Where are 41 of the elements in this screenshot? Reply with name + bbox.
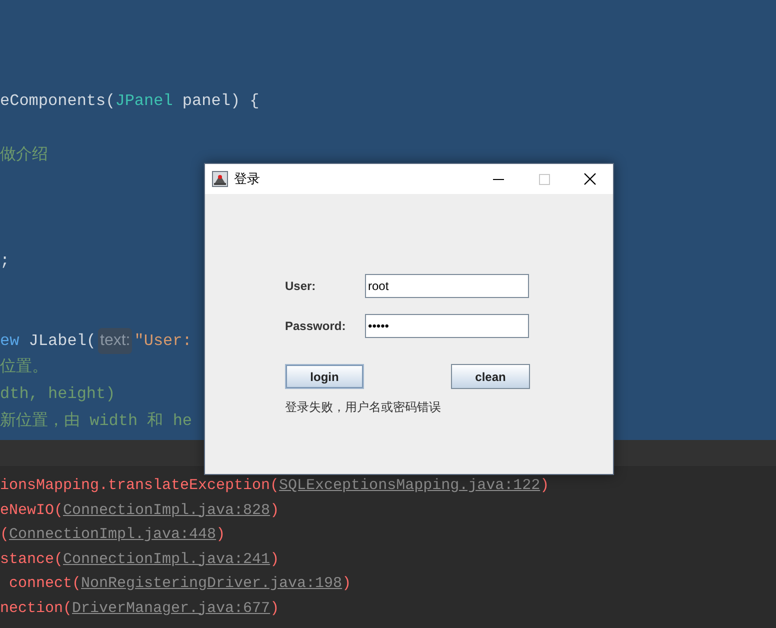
code-text: dth, height) <box>0 384 116 405</box>
code-text: 做介绍 <box>0 144 48 166</box>
window-title: 登录 <box>234 170 260 188</box>
error-text: ( <box>0 525 10 545</box>
code-text: "User: <box>134 330 192 352</box>
error-text: eNewIO( <box>0 500 64 520</box>
code-text: JLabel( <box>28 330 96 352</box>
maximize-icon <box>538 174 550 184</box>
source-link[interactable]: ConnectionImpl.java:828 <box>63 498 270 523</box>
source-link[interactable]: DriverManager.java:677 <box>72 596 270 621</box>
field-label: User: <box>285 278 317 295</box>
code-text: panel) { <box>181 91 260 112</box>
error-text: stance( <box>0 550 64 570</box>
error-text: ) <box>270 598 280 618</box>
code-text: 位置。 <box>0 357 48 378</box>
clean-button[interactable]: clean <box>451 364 530 389</box>
error-text: ) <box>216 525 226 545</box>
close-icon <box>584 173 596 185</box>
parameter-hint: text: <box>98 328 132 354</box>
error-text: ) <box>342 574 352 594</box>
code-text: JPanel <box>115 91 173 112</box>
error-text: nection( <box>0 598 72 618</box>
source-link[interactable]: ConnectionImpl.java:241 <box>63 548 270 572</box>
code-text: 新位置，由 width 和 he <box>0 410 192 432</box>
source-link[interactable]: NonRegisteringDriver.java:198 <box>81 572 342 596</box>
error-message: 登录失败，用户名或密码错误 <box>285 399 442 416</box>
error-text: connect( <box>8 574 82 594</box>
field-label: Password: <box>285 318 347 335</box>
password-field[interactable]: ••••• <box>365 314 529 338</box>
login-button[interactable]: login <box>285 364 364 389</box>
source-link[interactable]: ConnectionImpl.java:448 <box>9 523 216 548</box>
user-field[interactable]: root <box>365 274 529 298</box>
code-text: ew <box>0 330 20 352</box>
code-text: eComponents( <box>0 91 116 112</box>
error-text: ) <box>270 550 280 570</box>
source-link[interactable]: SQLExceptionsMapping.java:122 <box>279 474 540 498</box>
error-text: ) <box>540 476 550 496</box>
error-text: ) <box>270 500 280 520</box>
minimize-icon <box>492 178 504 180</box>
code-text: ; <box>0 250 10 272</box>
error-text: ionsMapping.translateException( <box>0 476 280 496</box>
